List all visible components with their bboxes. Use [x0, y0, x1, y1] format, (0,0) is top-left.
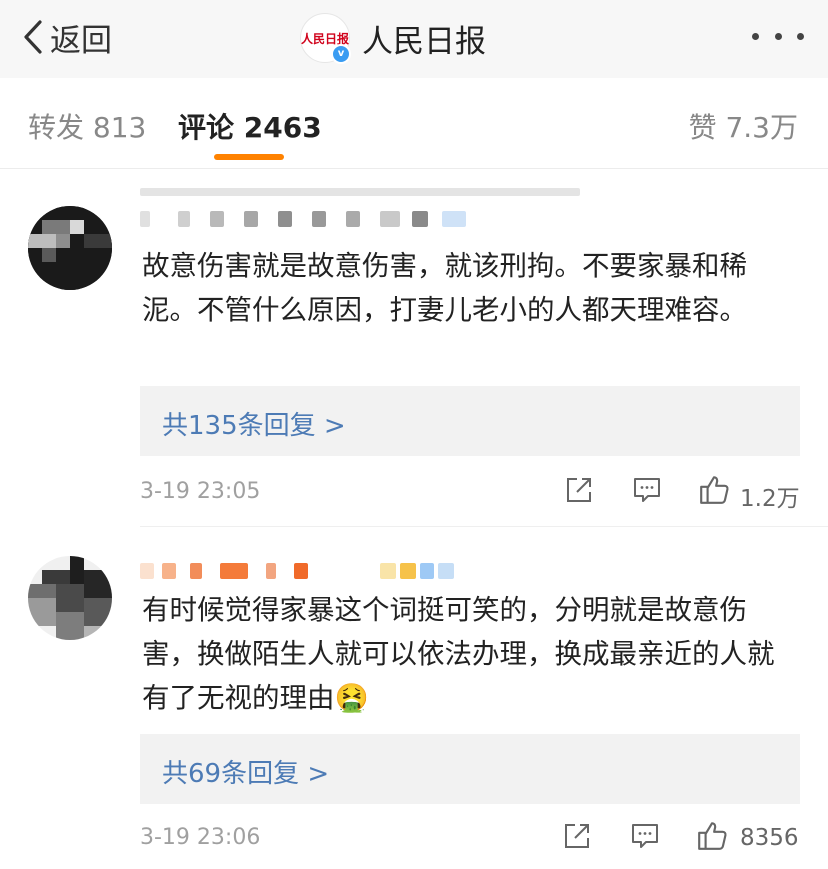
comment-divider — [140, 526, 828, 527]
top-nav-bar: 返回 人民日报 v 人民日报 — [0, 0, 828, 78]
back-button[interactable]: 返回 — [22, 14, 112, 60]
tab-likes[interactable]: 赞 7.3万 — [689, 106, 798, 146]
tab-repost[interactable]: 转发 813 — [28, 106, 146, 146]
commenter-avatar[interactable] — [28, 206, 112, 290]
tab-bar: 转发 813 评论 2463 赞 7.3万 — [0, 78, 828, 169]
account-avatar[interactable]: 人民日报 v — [300, 13, 351, 64]
like-count: 8356 — [740, 825, 799, 851]
more-options-button[interactable] — [752, 26, 804, 46]
like-count: 1.2万 — [740, 486, 800, 512]
comment-bubble-icon — [632, 824, 658, 848]
share-button[interactable] — [562, 821, 592, 855]
more-dot-icon — [774, 32, 782, 40]
back-label: 返回 — [50, 22, 112, 59]
commenter-name[interactable] — [140, 554, 458, 588]
comment-bubble-icon — [634, 478, 660, 502]
comment-item: 有时候觉得家暴这个词挺可笑的，分明就是故意伤害，换做陌生人就可以依法办理，换成最… — [0, 528, 828, 869]
replies-button[interactable]: 共69条回复 > — [140, 734, 800, 804]
thumbs-up-icon — [700, 476, 729, 504]
chevron-left-icon — [24, 20, 42, 54]
more-dot-icon — [797, 32, 804, 40]
like-button[interactable] — [696, 819, 728, 855]
comment-text: 故意伤害就是故意伤害，就该刑拘。不要家暴和稀泥。不管什么原因，打妻儿老小的人都天… — [142, 250, 747, 326]
comment-item: 故意伤害就是故意伤害，就该刑拘。不要家暴和稀泥。不管什么原因，打妻儿老小的人都天… — [0, 168, 828, 528]
replies-label: 共135条回复 > — [162, 411, 346, 441]
commenter-avatar[interactable] — [28, 556, 112, 640]
page-title: 人民日报 — [362, 23, 486, 60]
comment-text: 有时候觉得家暴这个词挺可笑的，分明就是故意伤害，换做陌生人就可以依法办理，换成最… — [142, 594, 775, 714]
like-button[interactable] — [698, 473, 730, 509]
tab-comments[interactable]: 评论 2463 — [178, 106, 322, 146]
replies-label: 共69条回复 > — [162, 759, 330, 789]
reply-button[interactable] — [630, 821, 660, 855]
more-dot-icon — [752, 32, 759, 40]
comment-timestamp: 3-19 23:06 — [140, 825, 261, 850]
share-button[interactable] — [564, 475, 594, 509]
commenter-name-pixels — [140, 202, 470, 236]
active-tab-indicator — [214, 154, 284, 160]
comment-timestamp: 3-19 23:05 — [140, 479, 261, 504]
share-icon — [565, 824, 589, 848]
thumbs-up-icon — [698, 822, 727, 850]
reply-button[interactable] — [632, 475, 662, 509]
verified-badge-icon: v — [331, 44, 351, 64]
replies-button[interactable]: 共135条回复 > — [140, 386, 800, 456]
account-header[interactable]: 人民日报 v 人民日报 — [300, 12, 486, 64]
share-icon — [567, 478, 591, 502]
